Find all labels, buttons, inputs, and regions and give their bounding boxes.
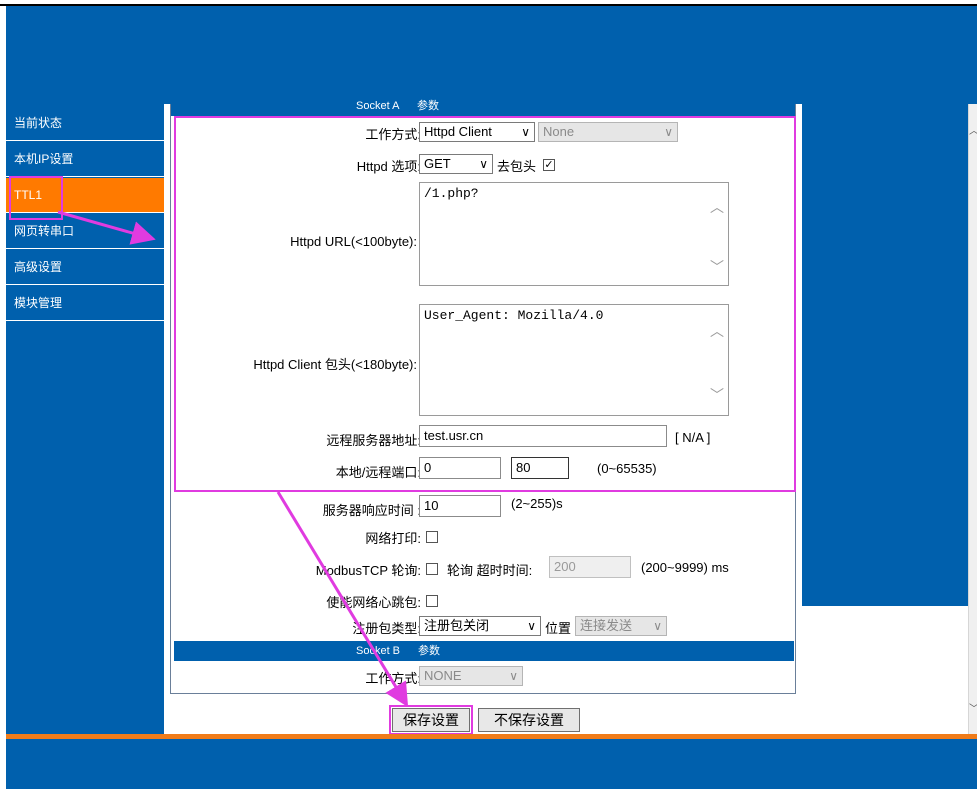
scroll-down-icon[interactable]: ﹀ — [710, 385, 724, 405]
heartbeat-label: 使能网络心跳包: — [326, 595, 421, 610]
client-header-label: Httpd Client 包头(<180byte): — [253, 357, 417, 372]
strip-header-label: 去包头 — [497, 159, 537, 174]
socket-a-suffix: 参数 — [417, 100, 439, 112]
chevron-down-icon: ∨ — [521, 125, 530, 139]
sidebar-item-ip-settings[interactable]: 本机IP设置 — [6, 142, 164, 177]
position-select: 连接发送 ∨ — [575, 616, 667, 636]
socket-b-title: Socket B — [356, 645, 401, 657]
remote-server-note: [ N/A ] — [675, 430, 711, 445]
ports-range: (0~65535) — [597, 461, 657, 476]
socket-b-work-mode-label: 工作方式: — [365, 671, 421, 686]
httpd-method-select[interactable]: GET ∨ — [419, 154, 493, 174]
remote-server-label: 远程服务器地址: — [326, 433, 421, 448]
socket-b-header: Socket B 参数 — [174, 641, 794, 661]
strip-header-checkbox[interactable]: ✓ — [543, 159, 555, 171]
heartbeat-checkbox[interactable] — [426, 595, 438, 607]
sidebar-item-web-to-serial[interactable]: 网页转串口 — [6, 214, 164, 249]
remote-server-input[interactable]: test.usr.cn — [419, 425, 667, 447]
local-port-input[interactable]: 0 — [419, 457, 501, 479]
modbus-timeout-range: (200~9999) ms — [641, 560, 729, 575]
socket-settings-form: Socket A 参数 工作方式: Httpd Client ∨ None ∨ … — [170, 96, 796, 694]
register-packet-value: 注册包关闭 — [424, 618, 490, 633]
sidebar-item-advanced[interactable]: 高级设置 — [6, 250, 164, 285]
scroll-down-icon[interactable]: ﹀ — [710, 257, 724, 277]
footer-banner — [6, 739, 977, 789]
remote-port-input[interactable]: 80 — [511, 457, 569, 479]
socket-b-work-mode-select: NONE ∨ — [419, 666, 523, 686]
modbus-poll-checkbox[interactable] — [426, 563, 438, 575]
modbus-timeout-label: 轮询 超时时间: — [447, 563, 533, 578]
sidebar-item-status[interactable]: 当前状态 — [6, 106, 164, 141]
work-mode-label: 工作方式: — [365, 127, 421, 142]
socket-b-suffix: 参数 — [418, 645, 440, 657]
response-time-label: 服务器响应时间 : — [322, 503, 421, 518]
client-header-value: User_Agent: Mozilla/4.0 — [424, 308, 604, 323]
chevron-down-icon: ∨ — [479, 157, 488, 171]
socket-b-work-mode-value: NONE — [424, 668, 462, 683]
response-time-range: (2~255)s — [511, 496, 563, 511]
httpd-method-value: GET — [424, 156, 451, 171]
ports-label: 本地/远程端口: — [335, 465, 421, 480]
register-packet-label: 注册包类型: — [352, 621, 421, 636]
scroll-up-icon[interactable]: ︿ — [710, 197, 724, 217]
sidebar-item-ttl1[interactable]: TTL1 — [6, 178, 164, 213]
modbus-poll-label: ModbusTCP 轮询: — [315, 563, 421, 578]
scroll-down-icon[interactable]: ﹀ — [969, 700, 977, 715]
sidebar: 当前状态 本机IP设置 TTL1 网页转串口 高级设置 模块管理 — [6, 104, 164, 734]
cancel-button[interactable]: 不保存设置 — [478, 708, 580, 732]
httpd-url-label: Httpd URL(<100byte): — [290, 234, 417, 249]
sidebar-item-module-management[interactable]: 模块管理 — [6, 286, 164, 321]
work-mode-select[interactable]: Httpd Client ∨ — [419, 122, 535, 142]
net-print-label: 网络打印: — [365, 531, 421, 546]
chevron-down-icon: ∨ — [653, 619, 662, 633]
client-header-textarea[interactable]: User_Agent: Mozilla/4.0 ︿ ﹀ — [419, 304, 729, 416]
right-side-panel — [802, 104, 969, 606]
chevron-down-icon: ∨ — [527, 619, 536, 633]
work-mode-value: Httpd Client — [424, 124, 492, 139]
net-print-checkbox[interactable] — [426, 531, 438, 543]
position-value: 连接发送 — [580, 618, 633, 633]
response-time-input[interactable]: 10 — [419, 495, 501, 517]
scroll-up-icon[interactable]: ︿ — [710, 321, 724, 341]
socket-a-title: Socket A — [356, 100, 400, 112]
page-scrollbar[interactable]: ︿ ﹀ — [968, 104, 977, 734]
httpd-url-textarea[interactable]: /1.php? ︿ ﹀ — [419, 182, 729, 286]
register-packet-select[interactable]: 注册包关闭 ∨ — [419, 616, 541, 636]
httpd-option-label: Httpd 选项: — [356, 159, 421, 174]
work-mode-secondary-value: None — [543, 124, 575, 139]
work-mode-secondary-select: None ∨ — [538, 122, 678, 142]
position-label: 位置 — [545, 621, 572, 636]
httpd-url-value: /1.php? — [424, 186, 479, 201]
modbus-timeout-input: 200 — [549, 556, 631, 578]
save-button[interactable]: 保存设置 — [392, 708, 470, 732]
socket-a-header: Socket A 参数 — [171, 96, 795, 116]
scroll-up-icon[interactable]: ︿ — [969, 122, 977, 137]
header-banner — [6, 6, 977, 104]
chevron-down-icon: ∨ — [509, 669, 518, 683]
chevron-down-icon: ∨ — [664, 125, 673, 139]
